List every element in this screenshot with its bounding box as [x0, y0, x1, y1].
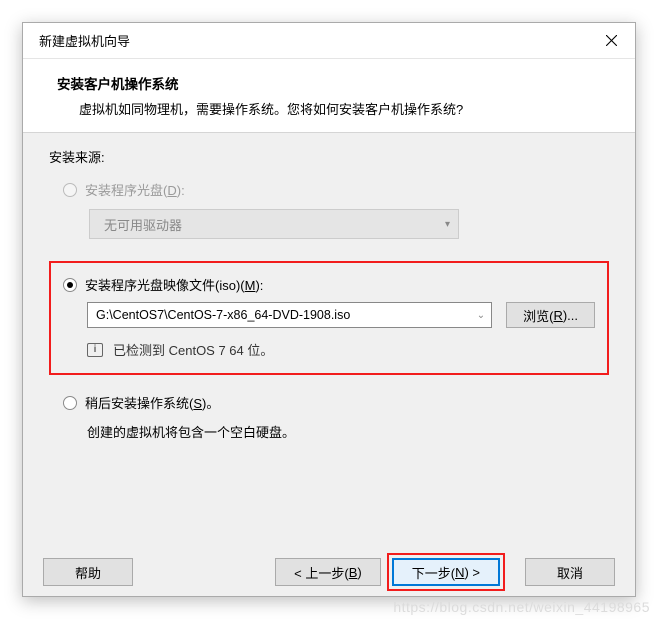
footer: 帮助 < 上一步(B) 下一步(N) > 取消	[23, 548, 635, 596]
drive-dropdown: 无可用驱动器 ▾	[89, 209, 459, 239]
close-button[interactable]	[597, 31, 625, 51]
radio-icon	[63, 278, 77, 292]
chevron-down-icon: ▾	[445, 219, 450, 230]
titlebar: 新建虚拟机向导	[23, 23, 635, 59]
iso-row: G:\CentOS7\CentOS-7-x86_64-DVD-1908.iso …	[87, 302, 595, 328]
next-button[interactable]: 下一步(N) >	[392, 558, 500, 586]
radio-later-label: 稍后安装操作系统(S)。	[85, 393, 219, 412]
wizard-dialog: 新建虚拟机向导 安装客户机操作系统 虚拟机如同物理机，需要操作系统。您将如何安装…	[22, 22, 636, 597]
dialog-title: 新建虚拟机向导	[39, 31, 130, 50]
browse-button[interactable]: 浏览(R)...	[506, 302, 595, 328]
header-title: 安装客户机操作系统	[57, 73, 611, 93]
radio-icon	[63, 396, 77, 410]
back-button[interactable]: < 上一步(B)	[275, 558, 381, 586]
radio-later[interactable]: 稍后安装操作系统(S)。	[63, 393, 609, 412]
radio-disc-label: 安装程序光盘(D):	[85, 180, 185, 199]
next-highlight: 下一步(N) >	[387, 553, 505, 591]
help-button[interactable]: 帮助	[43, 558, 133, 586]
radio-icon	[63, 183, 77, 197]
detection-text: 已检测到 CentOS 7 64 位。	[113, 340, 273, 359]
cancel-button[interactable]: 取消	[525, 558, 615, 586]
iso-path-combo[interactable]: G:\CentOS7\CentOS-7-x86_64-DVD-1908.iso …	[87, 302, 492, 328]
drive-dropdown-text: 无可用驱动器	[104, 215, 182, 234]
option-later-desc: 创建的虚拟机将包含一个空白硬盘。	[87, 422, 609, 441]
header: 安装客户机操作系统 虚拟机如同物理机，需要操作系统。您将如何安装客户机操作系统?	[23, 59, 635, 133]
radio-disc[interactable]: 安装程序光盘(D):	[63, 180, 609, 199]
option-disc: 安装程序光盘(D): 无可用驱动器 ▾	[49, 180, 609, 239]
content: 安装来源: 安装程序光盘(D): 无可用驱动器 ▾ 安装程序光盘映像文件(iso…	[23, 133, 635, 550]
header-desc: 虚拟机如同物理机，需要操作系统。您将如何安装客户机操作系统?	[57, 99, 611, 118]
option-later: 稍后安装操作系统(S)。 创建的虚拟机将包含一个空白硬盘。	[49, 393, 609, 441]
radio-iso[interactable]: 安装程序光盘映像文件(iso)(M):	[63, 275, 595, 294]
chevron-down-icon: ⌄	[477, 310, 485, 321]
iso-path-text: G:\CentOS7\CentOS-7-x86_64-DVD-1908.iso	[96, 308, 350, 322]
radio-iso-label: 安装程序光盘映像文件(iso)(M):	[85, 275, 263, 294]
close-icon	[606, 35, 617, 46]
install-source-label: 安装来源:	[49, 147, 609, 166]
info-icon: i	[87, 343, 103, 357]
option-iso-highlight: 安装程序光盘映像文件(iso)(M): G:\CentOS7\CentOS-7-…	[49, 261, 609, 375]
watermark: https://blog.csdn.net/weixin_44198965	[393, 599, 650, 615]
detection-status: i 已检测到 CentOS 7 64 位。	[87, 340, 595, 359]
